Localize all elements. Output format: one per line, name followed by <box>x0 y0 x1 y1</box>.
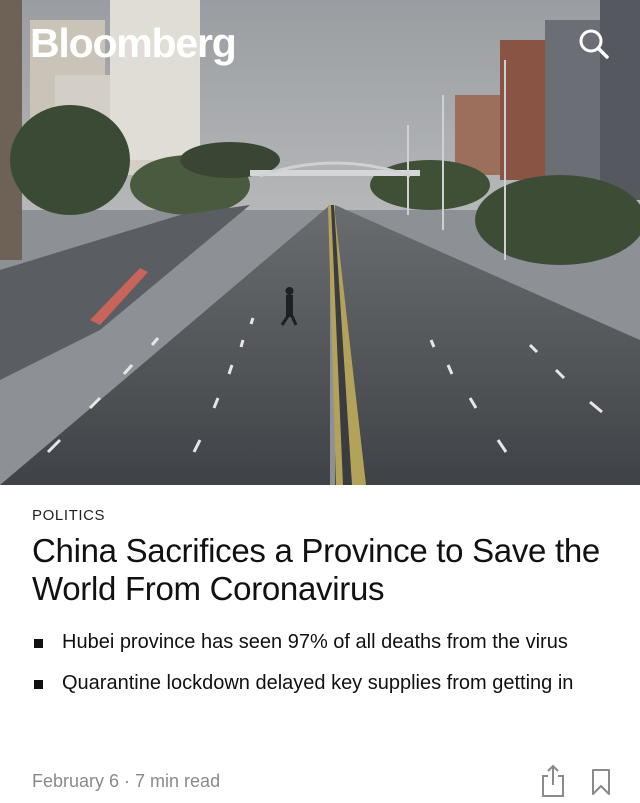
bullet-square-icon <box>34 639 43 648</box>
road-photo <box>0 0 640 485</box>
bullet-text: Quarantine lockdown delayed key supplies… <box>62 672 574 694</box>
article-summary[interactable]: POLITICS China Sacrifices a Province to … <box>0 507 640 696</box>
bookmark-icon[interactable] <box>590 768 612 796</box>
share-icon[interactable] <box>540 764 566 798</box>
summary-bullets: Hubei province has seen 97% of all death… <box>32 630 608 696</box>
bloomberg-logo[interactable]: Bloomberg <box>30 20 237 67</box>
bullet-item: Quarantine lockdown delayed key supplies… <box>32 671 608 696</box>
bullet-text: Hubei province has seen 97% of all death… <box>62 631 568 653</box>
hero-image[interactable]: Bloomberg <box>0 0 640 485</box>
category-label[interactable]: POLITICS <box>32 507 608 524</box>
article-headline[interactable]: China Sacrifices a Province to Save the … <box>32 532 608 608</box>
bullet-item: Hubei province has seen 97% of all death… <box>32 630 608 655</box>
article-meta: February 6 · 7 min read <box>32 771 221 791</box>
search-icon[interactable] <box>578 28 610 60</box>
bullet-square-icon <box>34 680 43 689</box>
